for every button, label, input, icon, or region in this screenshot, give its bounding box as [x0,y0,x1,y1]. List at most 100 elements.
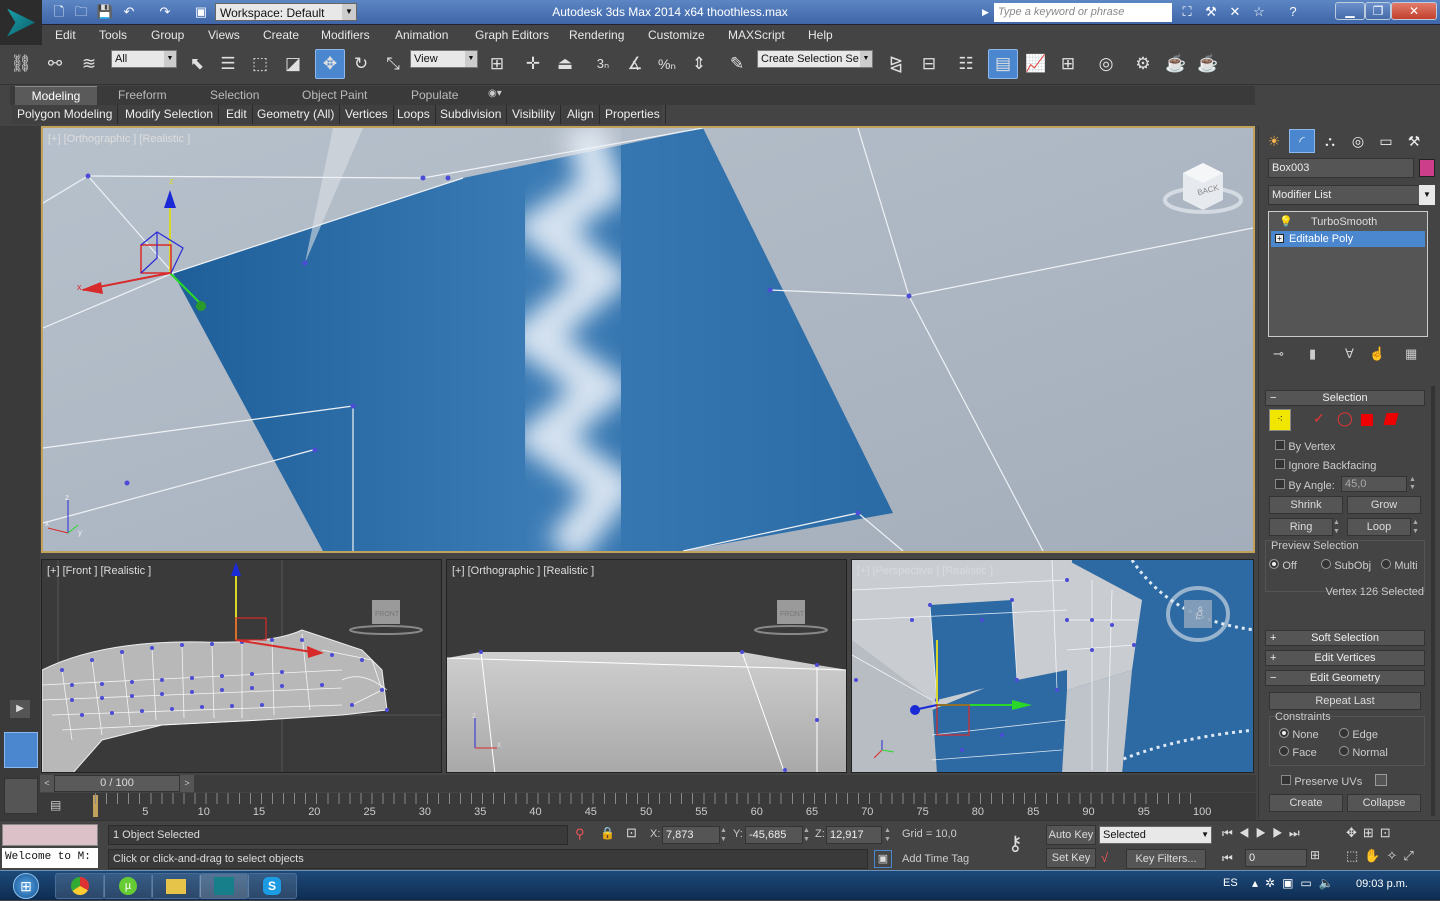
hierarchy-tab-icon[interactable]: ⛬ [1317,129,1343,153]
expand-layout-icon[interactable]: ▶ [10,700,30,718]
chevron-down-icon[interactable]: ▼ [1419,185,1435,205]
motion-tab-icon[interactable]: ◎ [1345,129,1371,153]
preserve-uvs-settings-icon[interactable] [1375,774,1387,786]
maxscript-listener-mini[interactable] [2,824,98,846]
viewport-front[interactable]: FRONT [+] [Front ] [Realistic ] [41,559,442,773]
menu-modifiers[interactable]: Modifiers [321,25,370,45]
panel-subdivision[interactable]: Subdivision [435,105,508,124]
minimize-button[interactable]: ▁ [1335,2,1365,20]
rollout-edit-vertices[interactable]: + Edit Vertices [1265,650,1425,666]
isolate-selection-icon[interactable]: ⚲ [575,826,585,842]
element-mode-icon[interactable] [1383,413,1399,425]
app-menu-button[interactable] [0,0,42,45]
by-vertex-checkbox[interactable]: By Vertex [1275,439,1335,453]
menu-customize[interactable]: Customize [648,25,705,45]
remove-modifier-icon[interactable]: ☝ [1369,346,1385,362]
spinner-snap-icon[interactable]: ⇕ [684,49,714,79]
panel-vertices[interactable]: Vertices [340,105,394,124]
expand-plus-icon[interactable]: + [1275,234,1284,243]
tab-freeform[interactable]: Freeform [110,86,175,105]
viewport-label-front[interactable]: [+] [Front ] [Realistic ] [47,565,151,577]
chrome-taskbar-icon[interactable] [55,873,105,899]
communication-icon[interactable]: ✕ [1226,3,1244,21]
pivot-center-icon[interactable]: ⊞ [482,49,512,79]
expand-arrow-icon[interactable]: ▶ [982,4,992,20]
graphite-tools-icon[interactable]: ▤ [988,49,1018,79]
curve-editor-icon[interactable]: 📈 [1021,49,1051,79]
playback-controls[interactable]: ⏮◀▶▶⏭ [1222,826,1306,841]
modifier-list-dropdown[interactable]: Modifier List [1268,185,1420,205]
menu-tools[interactable]: Tools [99,25,127,45]
rect-selection-icon[interactable]: ⬚ [245,49,275,79]
reference-coordinate-dropdown[interactable]: View ▼ [410,50,478,68]
preview-multi-radio[interactable]: Multi [1381,558,1418,572]
keyboard-shortcut-icon[interactable]: ⏏ [550,49,580,79]
constraint-face-radio[interactable]: Face [1279,745,1317,759]
grow-button[interactable]: Grow [1347,496,1421,514]
auto-key-button[interactable]: Auto Key [1046,825,1096,845]
scale-icon[interactable]: ⤡ [378,49,408,79]
save-icon[interactable]: 💾 [96,3,114,21]
ignore-backfacing-checkbox[interactable]: Ignore Backfacing [1275,458,1376,472]
percent-snap-icon[interactable]: %ₙ [652,49,682,79]
rollout-edit-geometry[interactable]: − Edit Geometry [1265,670,1425,686]
rollout-selection[interactable]: − Selection [1265,390,1425,406]
border-mode-icon[interactable]: ◯ [1337,410,1353,427]
create-tab-icon[interactable]: ☀ [1261,129,1287,153]
show-end-result-icon[interactable]: ▮ [1309,346,1316,362]
panel-align[interactable]: Align [562,105,600,124]
viewport-label-ortho2[interactable]: [+] [Orthographic ] [Realistic ] [452,565,594,577]
language-indicator[interactable]: ES [1223,877,1238,889]
window-crossing-icon[interactable]: ◪ [278,49,308,79]
lightbulb-icon[interactable]: 💡 [1279,214,1293,230]
display-tab-icon[interactable]: ▭ [1373,129,1399,153]
track-bar[interactable]: ▤ 5 10 15 20 25 30 35 40 45 50 55 60 65 70 75 80 85 90 95 1… [40,793,1256,820]
x-coordinate-field[interactable]: 7,873 [662,826,720,844]
modify-tab-icon[interactable]: ◜ [1289,129,1315,153]
y-coordinate-field[interactable]: -45,685 [745,826,803,844]
set-key-icon[interactable]: ⚷ [1008,831,1036,859]
schematic-view-icon[interactable]: ⊞ [1053,49,1083,79]
angle-snap-icon[interactable]: ∡ [620,49,650,79]
angle-spinner[interactable]: ▲ ▼ [1409,476,1419,492]
vertex-mode-icon[interactable]: ⁖ [1269,409,1291,431]
panel-loops[interactable]: Loops [392,105,436,124]
polygon-mode-icon[interactable] [1361,414,1373,426]
menu-animation[interactable]: Animation [395,25,448,45]
menu-edit[interactable]: Edit [55,25,76,45]
time-slider[interactable]: < 0 / 100 > [40,775,1256,792]
repeat-last-button[interactable]: Repeat Last [1269,692,1421,710]
bind-spacewarp-icon[interactable]: ≋ [74,49,104,79]
panel-geometry-all[interactable]: Geometry (All) [252,105,341,124]
create-button[interactable]: Create [1269,794,1343,812]
make-unique-icon[interactable]: ∀ [1345,346,1354,362]
menu-rendering[interactable]: Rendering [569,25,624,45]
unlink-icon[interactable]: ⚯ [40,49,70,79]
render-setup-icon[interactable]: ⚙ [1128,49,1158,79]
skype-taskbar-icon[interactable]: S [247,873,297,899]
3dsmax-taskbar-icon[interactable] [199,873,249,899]
key-filters-button[interactable]: Key Filters... [1126,849,1206,869]
key-mode-toggle-icon[interactable]: ⏮ [1222,851,1233,866]
menu-maxscript[interactable]: MAXScript [728,25,785,45]
y-spinner[interactable]: ▲ ▼ [803,826,810,844]
stack-item-editable-poly[interactable]: + Editable Poly [1271,231,1425,247]
by-angle-checkbox[interactable]: By Angle: [1275,478,1335,492]
viewport-navigation-controls-bottom[interactable]: ⬚✋✧⤢ [1346,848,1420,864]
rollout-soft-selection[interactable]: + Soft Selection [1265,630,1425,646]
layout-tab[interactable] [4,778,38,814]
open-file-icon[interactable]: 🗀 [72,3,90,21]
align-icon[interactable]: ⊟ [914,49,944,79]
preserve-uvs-checkbox[interactable]: Preserve UVs [1281,774,1362,788]
loop-button[interactable]: Loop [1347,518,1411,536]
menu-help[interactable]: Help [808,25,833,45]
panel-polygon-modeling[interactable]: Polygon Modeling [12,105,119,124]
viewport-label-main[interactable]: [+] [Orthographic ] [Realistic ] [48,133,190,145]
configure-modifier-sets-icon[interactable]: ▦ [1405,346,1417,362]
windows-start-button[interactable]: ⊞ [4,871,48,901]
undo-icon[interactable]: ↶ [120,3,138,21]
tab-object-paint[interactable]: Object Paint [294,86,375,105]
manipulate-icon[interactable]: ✛ [518,49,548,79]
loop-spinner[interactable]: ▲ ▼ [1412,518,1422,536]
selection-filter-dropdown[interactable]: All ▼ [111,50,177,68]
